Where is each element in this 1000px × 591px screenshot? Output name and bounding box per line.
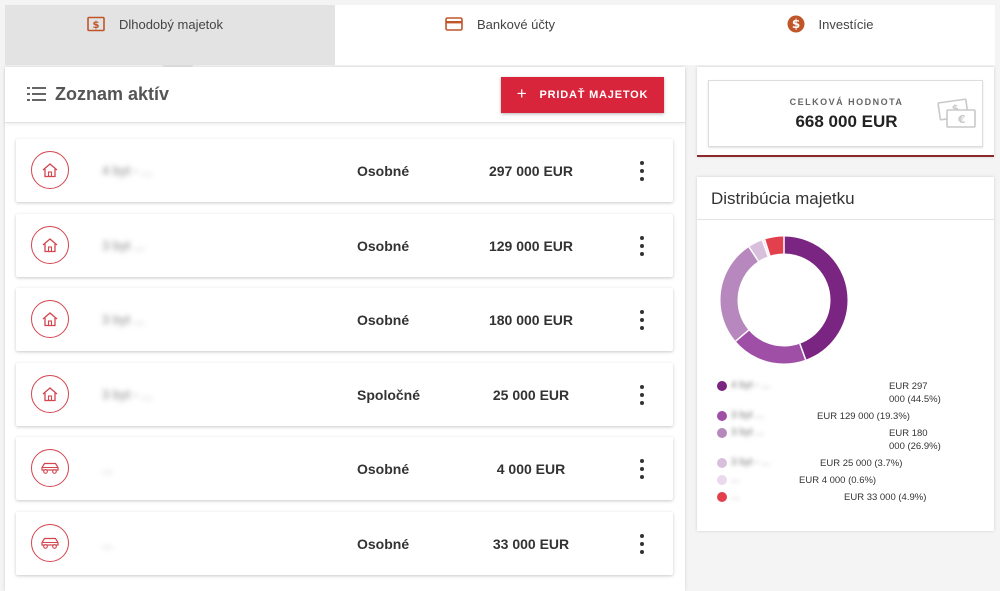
total-value-card: CELKOVÁ HODNOTA 668 000 EUR $ € [697, 67, 994, 157]
legend-item[interactable]: 3 byt ... EUR 129 000 (19.3%) [717, 408, 987, 425]
asset-type: Spoločné [357, 386, 421, 403]
legend-value: EUR 33 000 (4.9%) [844, 492, 927, 503]
legend-name: ... [731, 474, 740, 485]
legend-value: EUR 297 000 (44.5%) [889, 381, 941, 405]
svg-text:$: $ [92, 20, 99, 31]
asset-type: Osobné [357, 237, 410, 254]
plus-icon: + [516, 84, 528, 103]
asset-value: 297 000 EUR [488, 163, 574, 179]
asset-type: Osobné [357, 312, 410, 328]
legend-value: EUR 180 000 (26.9%) [889, 428, 941, 452]
asset-value: 129 000 EUR [488, 237, 574, 254]
asset-type: Osobné [357, 535, 410, 552]
tab-label: Investície [818, 16, 874, 32]
credit-card-icon [445, 17, 463, 31]
legend-name: ... [731, 491, 740, 502]
legend-value: EUR 4 000 (0.6%) [799, 475, 877, 486]
asset-name: ... [102, 461, 113, 476]
add-asset-button[interactable]: + PRIDAŤ MAJETOK [501, 77, 664, 113]
more-vertical-icon[interactable] [634, 459, 650, 479]
legend-item[interactable]: 3 byt - ... EUR 25 000 (3.7%) [717, 455, 987, 472]
asset-row[interactable]: 3 byt - ... Spoločné 25 000 EUR [16, 362, 673, 426]
total-card-accent-bar [697, 155, 994, 157]
distribution-title: Distribúcia majetku [711, 189, 855, 208]
asset-row[interactable]: ... Osobné 33 000 EUR [16, 511, 673, 575]
legend-dot [717, 381, 727, 391]
total-value-box: CELKOVÁ HODNOTA 668 000 EUR $ € [708, 80, 983, 147]
asset-row[interactable]: ... Osobné 4 000 EUR [16, 437, 673, 500]
svg-text:$: $ [791, 17, 799, 31]
asset-name: 3 byt ... [102, 237, 145, 253]
more-vertical-icon[interactable] [634, 161, 650, 181]
distribution-donut-chart [720, 236, 848, 364]
legend-item[interactable]: ... EUR 33 000 (4.9%) [717, 489, 987, 506]
legend-value: EUR 25 000 (3.7%) [820, 458, 903, 469]
legend-name: 3 byt ... [731, 427, 764, 438]
legend-dot [717, 428, 727, 438]
legend-item[interactable]: 3 byt ... EUR 180 000 (26.9%) [717, 425, 987, 455]
asset-type: Osobné [357, 461, 410, 477]
asset-row[interactable]: 3 byt ... Osobné 129 000 EUR [16, 213, 673, 277]
legend-item[interactable]: 4 byt - ... EUR 297 000 (44.5%) [717, 378, 987, 408]
asset-name: 4 byt - ... [102, 163, 153, 178]
page-title: Zoznam aktív [55, 84, 170, 104]
tab-dlhodoby-majetok[interactable]: $ Dlhodobý majetok [5, 5, 335, 79]
asset-value: 180 000 EUR [488, 312, 574, 328]
tab-label: Bankové účty [476, 16, 556, 32]
asset-value: 25 000 EUR [492, 386, 570, 403]
asset-name: 3 byt ... [102, 312, 145, 327]
car-icon [31, 523, 69, 562]
list-icon [27, 86, 47, 107]
asset-value: 33 000 EUR [492, 535, 570, 552]
assets-panel-header: Zoznam aktív + PRIDAŤ MAJETOK [5, 67, 685, 123]
car-icon [31, 449, 69, 487]
tab-investicie[interactable]: $ Investície [665, 5, 995, 65]
assets-panel: Zoznam aktív + PRIDAŤ MAJETOK 4 byt - ..… [5, 67, 685, 591]
svg-text:€: € [957, 113, 966, 126]
legend-name: 3 byt ... [731, 410, 764, 421]
house-icon [31, 300, 69, 338]
dollar-doc-icon: $ [87, 16, 105, 32]
more-vertical-icon[interactable] [634, 533, 650, 554]
legend-dot [717, 458, 727, 468]
tab-bankove-ucty[interactable]: Bankové účty [335, 5, 665, 65]
asset-name: 3 byt - ... [102, 386, 153, 402]
asset-row[interactable]: 4 byt - ... Osobné 297 000 EUR [16, 139, 673, 202]
divider [697, 219, 994, 220]
tab-bar: $ Dlhodobý majetok Bankové účty $ Invest… [5, 5, 995, 79]
legend-dot [717, 492, 727, 502]
asset-list: 4 byt - ... Osobné 297 000 EUR 3 byt ...… [16, 139, 673, 586]
legend-dot [717, 411, 727, 421]
tab-label: Dlhodobý majetok [118, 16, 224, 32]
asset-type: Osobné [357, 163, 410, 179]
legend-dot [717, 475, 727, 485]
asset-row[interactable]: 3 byt ... Osobné 180 000 EUR [16, 288, 673, 351]
legend-name: 3 byt - ... [731, 457, 770, 468]
distribution-legend: 4 byt - ... EUR 297 000 (44.5%) 3 byt ... EU… [717, 378, 987, 506]
more-vertical-icon[interactable] [634, 384, 650, 405]
distribution-card: Distribúcia majetku 4 byt - ... EUR 297 00… [697, 177, 994, 531]
house-icon [31, 374, 69, 413]
add-asset-label: PRIDAŤ MAJETOK [539, 89, 649, 101]
money-bills-icon: $ € [937, 97, 977, 136]
house-icon [31, 151, 69, 189]
dollar-coin-icon: $ [787, 15, 805, 33]
asset-name: ... [102, 535, 113, 551]
house-icon [31, 225, 69, 264]
legend-value: EUR 129 000 (19.3%) [817, 411, 910, 422]
legend-item[interactable]: ... EUR 4 000 (0.6%) [717, 472, 987, 489]
legend-name: 4 byt - ... [731, 380, 770, 391]
more-vertical-icon[interactable] [634, 310, 650, 330]
more-vertical-icon[interactable] [634, 235, 650, 256]
asset-value: 4 000 EUR [496, 461, 566, 477]
